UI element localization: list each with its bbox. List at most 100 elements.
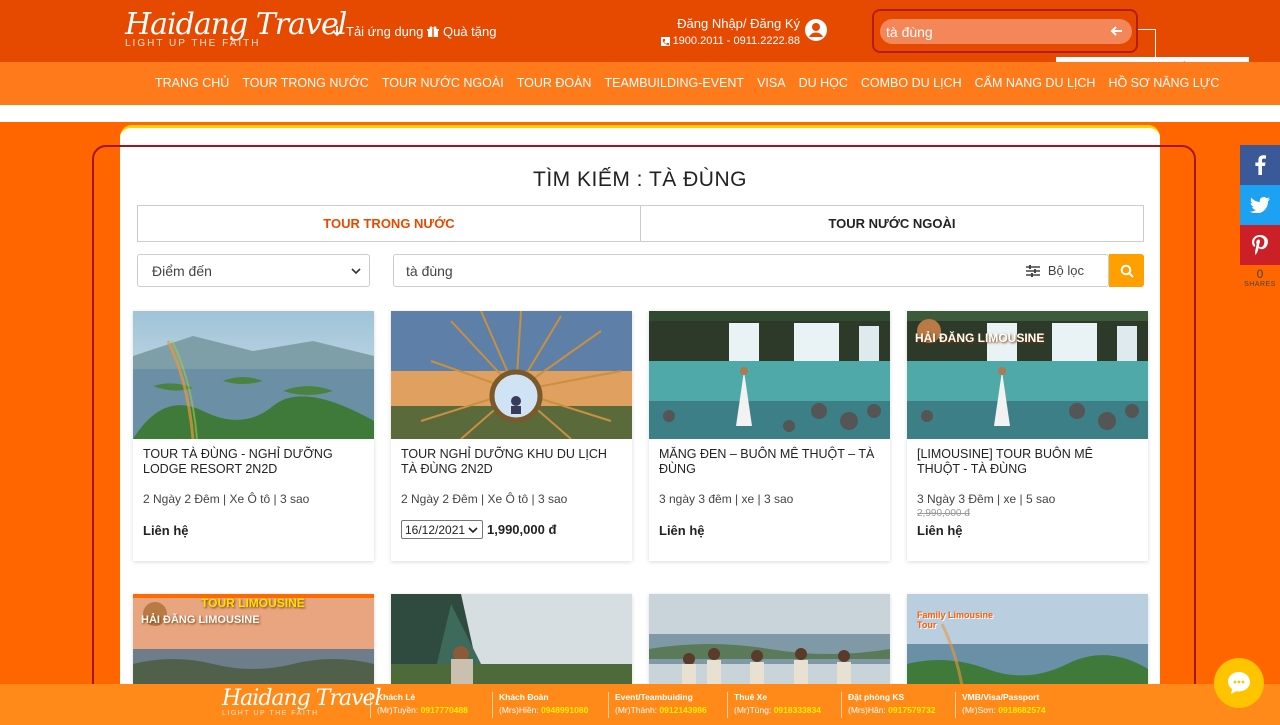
contact-phone[interactable]: 0917579732	[888, 705, 935, 715]
tour-image[interactable]	[133, 311, 374, 439]
header-divider	[0, 105, 1280, 122]
contact-line: (Mrs)Hiền: 0948991080	[499, 705, 588, 715]
contact-column[interactable]: VMB/Visa/Passport (Mr)Sơn: 0918682574	[955, 692, 1046, 718]
search-input[interactable]	[886, 22, 1096, 41]
family-limousine-label: Family Limousine Tour	[917, 610, 994, 630]
tour-name[interactable]: TOUR TÀ ĐÙNG - NGHỈ DƯỠNG LODGE RESORT 2…	[143, 447, 365, 477]
gift-link[interactable]: Quà tặng	[427, 24, 497, 39]
contact-footer: Haidang Travel LIGHT UP THE FAITH Khách …	[0, 684, 1280, 725]
contact-column[interactable]: Khách Đoàn (Mrs)Hiền: 0948991080	[492, 692, 588, 718]
nav-item-group-tour[interactable]: TOUR ĐOÀN	[517, 76, 592, 90]
login-register-link[interactable]: Đăng Nhập/ Đăng Ký	[677, 16, 800, 31]
share-count-value: 0	[1256, 267, 1264, 281]
tour-name[interactable]: MĂNG ĐEN – BUÔN MÊ THUỘT – TÀ ĐÙNG	[659, 447, 881, 477]
tour-meta: 2 Ngày 2 Đêm | Xe Ô tô | 3 sao	[401, 492, 568, 506]
departure-date-value: 16/12/2021	[405, 522, 466, 537]
tour-image[interactable]	[649, 311, 890, 439]
contact-title: Đặt phòng KS	[848, 692, 905, 702]
tour-card[interactable]: MĂNG ĐEN – BUÔN MÊ THUỘT – TÀ ĐÙNG 3 ngà…	[649, 311, 890, 561]
footer-logo[interactable]: Haidang Travel LIGHT UP THE FAITH	[222, 688, 382, 718]
twitter-icon	[1250, 197, 1270, 213]
nav-item-visa[interactable]: VISA	[757, 76, 786, 90]
contact-title: Khách Đoàn	[499, 692, 549, 702]
nav-item-study-abroad[interactable]: DU HỌC	[799, 76, 848, 90]
contact-person: (Mrs)Hân:	[848, 705, 886, 715]
contact-phone[interactable]: 0918333834	[774, 705, 821, 715]
contact-person: (Mrs)Hiền:	[499, 705, 539, 715]
departure-date-select[interactable]: 16/12/2021	[401, 520, 483, 539]
contact-person: (Mr)Sơn:	[962, 705, 996, 715]
contact-person: (Mr)Thành:	[615, 705, 658, 715]
tour-card[interactable]: HẢI ĐĂNG LIMOUSINE [LIMOUSINE] TOUR BUÔN…	[907, 311, 1148, 561]
contact-phone[interactable]: 0912143986	[659, 705, 706, 715]
user-icon[interactable]	[804, 18, 828, 42]
contact-person: (Mr)Tùng:	[734, 705, 772, 715]
callout-connector	[1138, 29, 1156, 57]
contact-line: (Mr)Tuyền: 0917770488	[377, 705, 468, 715]
tour-card[interactable]	[649, 594, 890, 684]
tour-image[interactable]	[649, 594, 890, 684]
contact-title: Event/Teambuiding	[615, 692, 693, 702]
social-share-bar: 0 SHARES	[1240, 145, 1280, 288]
facebook-share-button[interactable]	[1240, 145, 1280, 185]
pinterest-share-button[interactable]	[1240, 225, 1280, 265]
tour-name[interactable]: TOUR NGHỈ DƯỠNG KHU DU LỊCH TÀ ĐÙNG 2N2D	[401, 447, 623, 477]
nav-item-teambuilding[interactable]: TEAMBUILDING-EVENT	[604, 76, 744, 90]
gift-icon	[427, 26, 439, 37]
contact-phone[interactable]: 0948991080	[541, 705, 588, 715]
phone-icon	[660, 36, 670, 46]
contact-line: (Mrs)Hân: 0917579732	[848, 705, 935, 715]
tour-card[interactable]: Family Limousine Tour	[907, 594, 1148, 684]
contact-title: VMB/Visa/Passport	[962, 692, 1040, 702]
contact-phone[interactable]: 0918682574	[998, 705, 1045, 715]
tour-image[interactable]: Family Limousine Tour	[907, 594, 1148, 684]
contact-title: Thuê Xe	[734, 692, 768, 702]
pinterest-icon	[1252, 235, 1268, 255]
chevron-down-icon	[468, 526, 478, 533]
logo[interactable]: Haidang Travel LIGHT UP THE FAITH	[125, 7, 347, 50]
nav-item-company-profile[interactable]: HỒ SƠ NĂNG LỰC	[1108, 76, 1219, 90]
tour-image[interactable]: TOUR LIMOUSINE HẢI ĐĂNG LIMOUSINE	[133, 594, 374, 684]
tour-price: 1,990,000 đ	[487, 522, 557, 537]
contact-phone[interactable]: 0917770488	[421, 705, 468, 715]
app-download-link[interactable]: Tải ứng dụng	[332, 24, 423, 39]
tour-image[interactable]	[391, 594, 632, 684]
nav-item-international-tour[interactable]: TOUR NƯỚC NGOÀI	[382, 76, 504, 90]
contact-column[interactable]: Event/Teambuiding (Mr)Thành: 0912143986	[608, 692, 707, 718]
limousine-badge: HẢI ĐĂNG LIMOUSINE	[141, 614, 260, 626]
tour-card[interactable]: TOUR NGHỈ DƯỠNG KHU DU LỊCH TÀ ĐÙNG 2N2D…	[391, 311, 632, 561]
download-arrow-icon	[332, 25, 342, 36]
nav-item-domestic-tour[interactable]: TOUR TRONG NƯỚC	[242, 76, 369, 90]
nav-item-combo[interactable]: COMBO DU LỊCH	[861, 76, 962, 90]
app-download-label: Tải ứng dụng	[346, 24, 424, 39]
tour-meta: 2 Ngày 2 Đêm | Xe Ô tô | 3 sao	[143, 492, 310, 506]
limousine-badge: HẢI ĐĂNG LIMOUSINE	[915, 331, 1045, 345]
tour-image[interactable]	[391, 311, 632, 439]
search-submit-arrow-icon[interactable]	[1110, 25, 1122, 37]
contact-line: (Mr)Tùng: 0918333834	[734, 705, 821, 715]
search-highlight-frame	[872, 9, 1138, 53]
twitter-share-button[interactable]	[1240, 185, 1280, 225]
tour-image[interactable]: HẢI ĐĂNG LIMOUSINE	[907, 311, 1148, 439]
tour-limousine-label: TOUR LIMOUSINE	[201, 596, 305, 610]
tour-card[interactable]: TOUR TÀ ĐÙNG - NGHỈ DƯỠNG LODGE RESORT 2…	[133, 311, 374, 561]
chat-widget-button[interactable]	[1214, 658, 1264, 708]
tour-price: Liên hệ	[659, 523, 705, 538]
top-header: Haidang Travel LIGHT UP THE FAITH Tải ứn…	[0, 0, 1280, 62]
hotline: 1900.2011 - 0911.2222.88	[660, 35, 800, 47]
search-box[interactable]	[880, 19, 1132, 44]
contact-line: (Mr)Thành: 0912143986	[615, 705, 707, 715]
contact-column[interactable]: Thuê Xe (Mr)Tùng: 0918333834	[727, 692, 821, 718]
tour-price: Liên hệ	[143, 523, 189, 538]
nav-item-home[interactable]: TRANG CHỦ	[155, 76, 229, 90]
contact-column[interactable]: Đặt phòng KS (Mrs)Hân: 0917579732	[841, 692, 935, 718]
logo-text: Haidang Travel	[125, 7, 347, 42]
tour-meta: 3 ngày 3 đêm | xe | 3 sao	[659, 492, 794, 506]
nav-item-travel-guide[interactable]: CẨM NANG DU LỊCH	[975, 76, 1096, 90]
tour-name[interactable]: [LIMOUSINE] TOUR BUÔN MÊ THUỘT - TÀ ĐÙNG	[917, 447, 1139, 477]
contact-column[interactable]: Khách Lẻ (Mr)Tuyền: 0917770488	[370, 692, 468, 718]
contact-person: (Mr)Tuyền:	[377, 705, 419, 715]
facebook-icon	[1255, 155, 1266, 175]
tour-card[interactable]: TOUR LIMOUSINE HẢI ĐĂNG LIMOUSINE	[133, 594, 374, 684]
tour-card[interactable]	[391, 594, 632, 684]
